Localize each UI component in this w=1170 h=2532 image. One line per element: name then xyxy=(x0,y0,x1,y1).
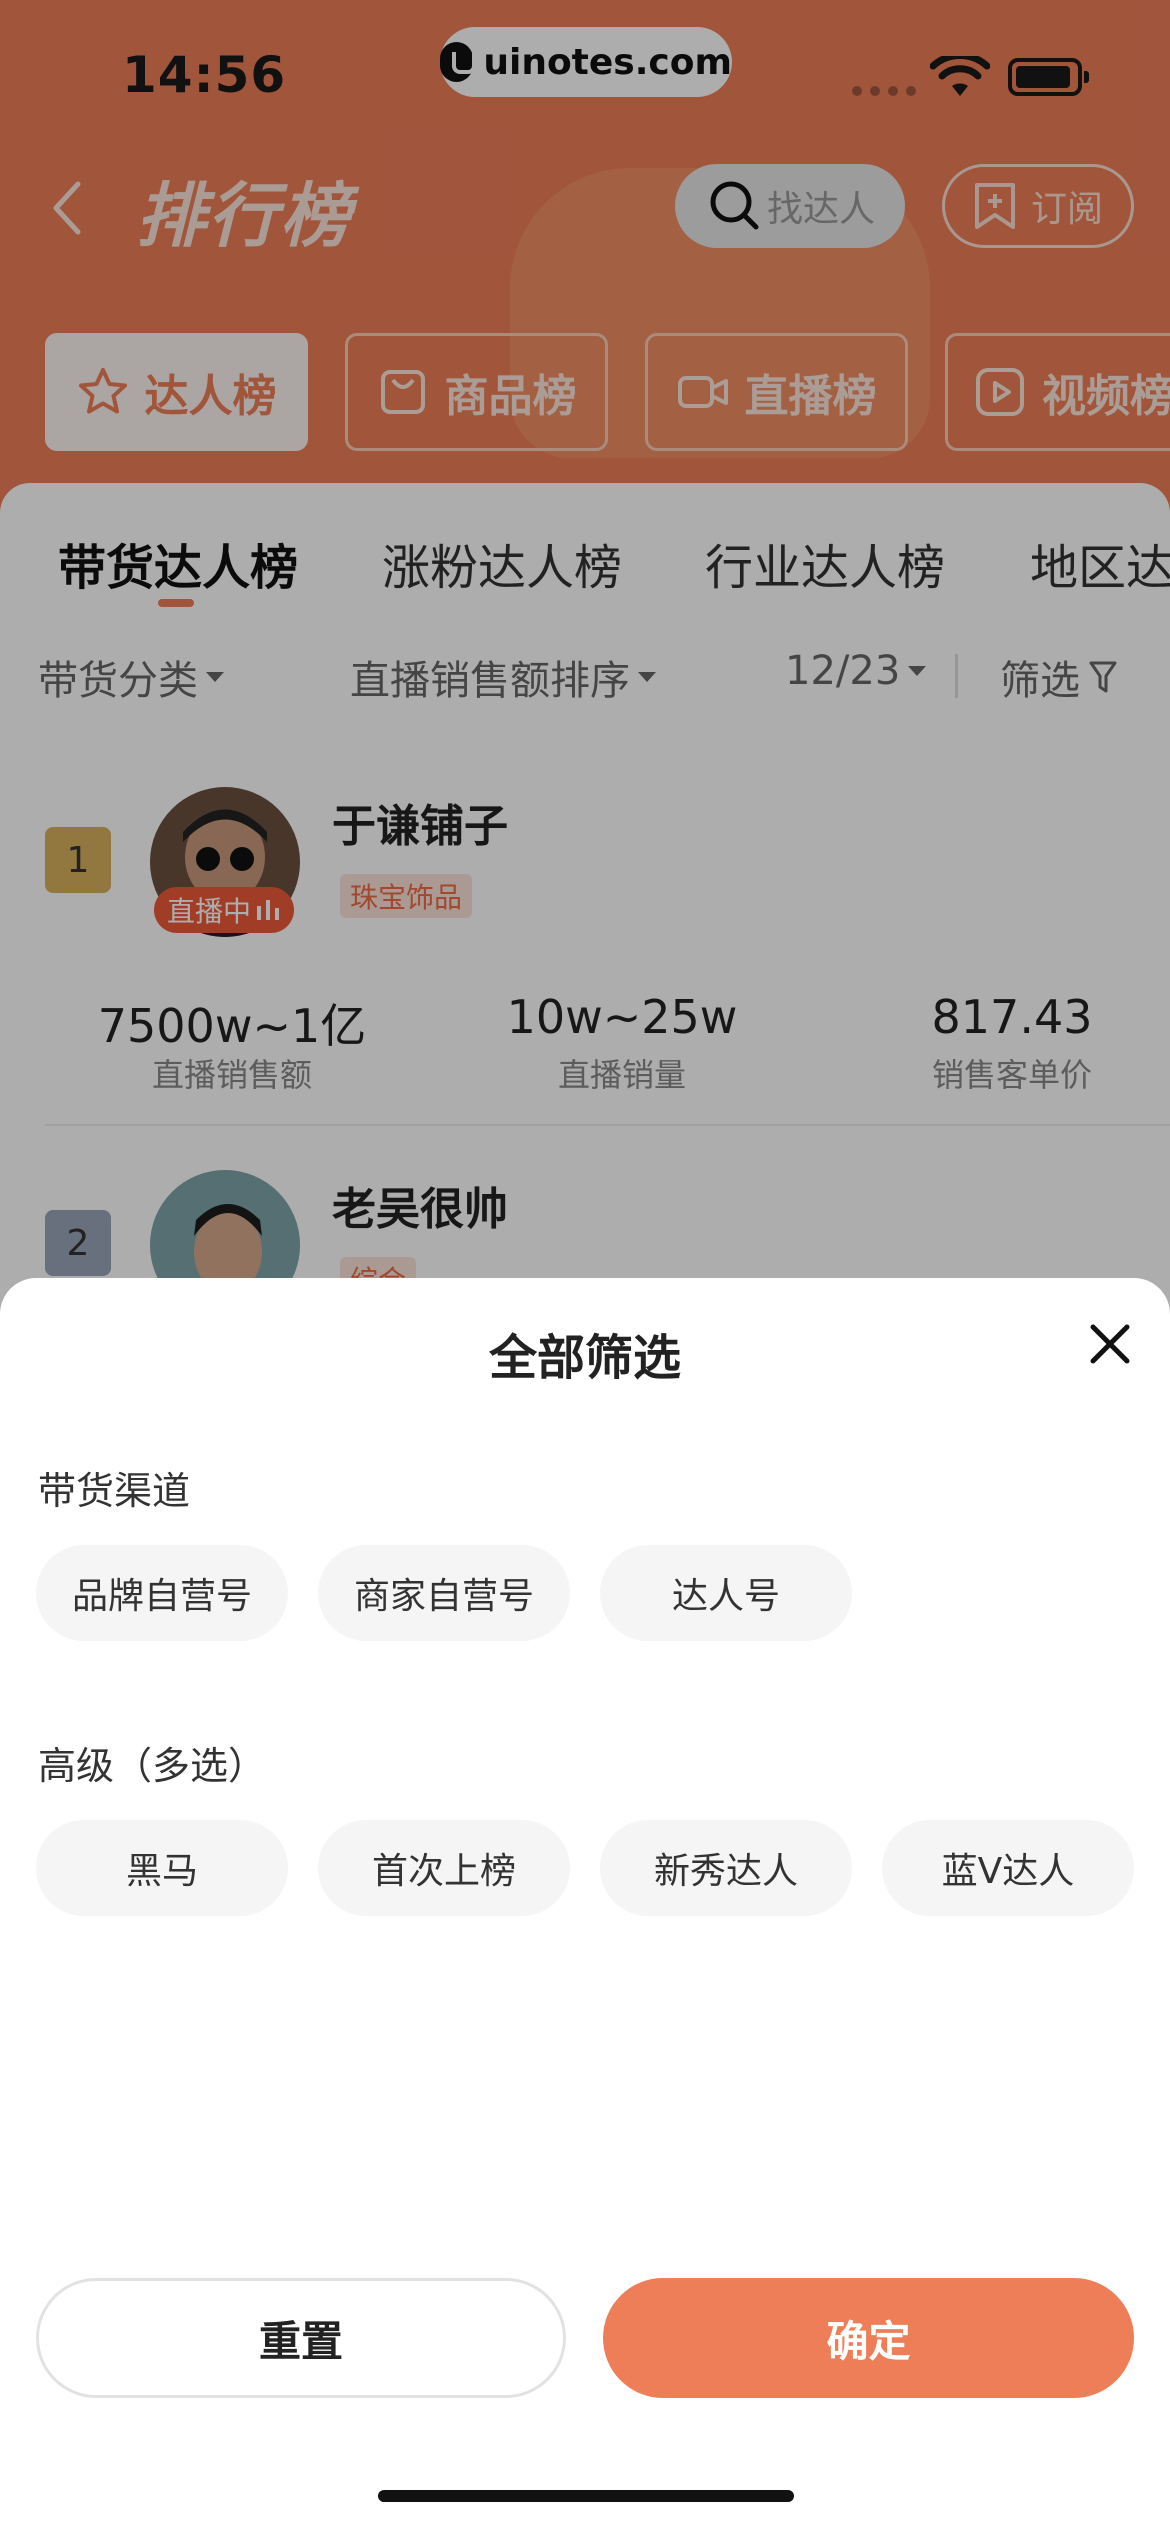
option-chip[interactable]: 首次上榜 xyxy=(318,1820,570,1916)
option-chip[interactable]: 黑马 xyxy=(36,1820,288,1916)
close-icon[interactable] xyxy=(1088,1322,1132,1366)
home-indicator xyxy=(378,2490,794,2502)
sheet-title: 全部筛选 xyxy=(488,1330,681,1386)
option-chip[interactable]: 蓝V达人 xyxy=(882,1820,1134,1916)
confirm-button[interactable]: 确定 xyxy=(603,2278,1134,2398)
ranking-page: 14:56 uinotes.com 排行榜 找达人 订阅 达人榜 商品榜 直播榜… xyxy=(0,0,1170,2532)
option-chip[interactable]: 品牌自营号 xyxy=(36,1545,288,1641)
section-title-advanced: 高级（多选） xyxy=(38,1744,267,1788)
section-title-channel: 带货渠道 xyxy=(38,1469,191,1513)
option-chip[interactable]: 达人号 xyxy=(600,1545,852,1641)
option-chip[interactable]: 商家自营号 xyxy=(318,1545,570,1641)
option-chip[interactable]: 新秀达人 xyxy=(600,1820,852,1916)
reset-button[interactable]: 重置 xyxy=(36,2278,566,2398)
